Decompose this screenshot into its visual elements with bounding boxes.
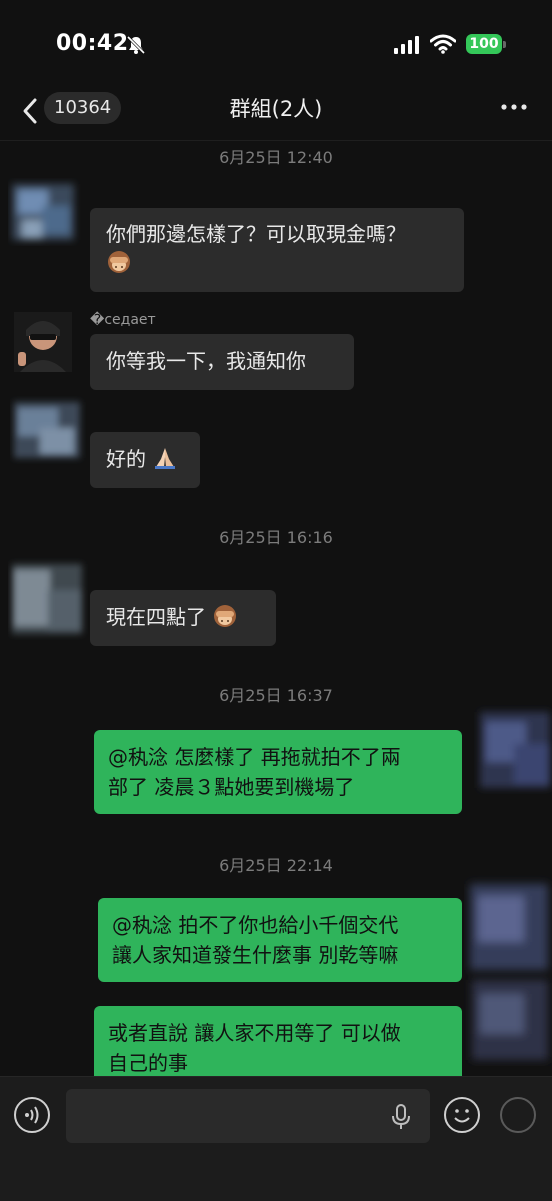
bell-muted-icon bbox=[126, 35, 146, 55]
avatar[interactable] bbox=[14, 312, 72, 372]
wifi-icon bbox=[430, 34, 456, 54]
incoming-message-bubble[interactable]: 現在四點了 bbox=[90, 590, 276, 646]
microphone-icon[interactable] bbox=[390, 1103, 412, 1131]
message-text-line: 自己的事 bbox=[108, 1051, 188, 1075]
message-input-bar bbox=[0, 1076, 552, 1201]
message-text: 你等我一下，我通知你 bbox=[106, 349, 306, 373]
avatar[interactable] bbox=[10, 392, 86, 464]
message-text-line: @秇淰 拍不了你也給小千個交代 bbox=[112, 913, 399, 937]
emoji-button[interactable] bbox=[444, 1097, 480, 1133]
sender-name: �седает bbox=[90, 312, 156, 328]
incoming-message-bubble[interactable]: 你們那邊怎樣了？可以取現金嗎？ bbox=[90, 208, 464, 292]
message-timestamp: 6月25日 12:40 bbox=[219, 148, 333, 167]
incoming-message-bubble[interactable]: 好的 bbox=[90, 432, 200, 488]
outgoing-message-bubble[interactable]: @秇淰 拍不了你也給小千個交代 讓人家知道發生什麼事 別乾等嘛 bbox=[98, 898, 462, 982]
message-timestamp: 6月25日 16:37 bbox=[219, 686, 333, 705]
message-timestamp: 6月25日 16:16 bbox=[219, 528, 333, 547]
avatar[interactable] bbox=[464, 870, 552, 1066]
incoming-message-bubble[interactable]: 你等我一下，我通知你 bbox=[90, 334, 354, 390]
see-no-evil-monkey-icon bbox=[108, 251, 130, 273]
voice-wave-icon bbox=[25, 1106, 39, 1124]
avatar[interactable] bbox=[8, 176, 82, 252]
message-text-line: 讓人家知道發生什麼事 別乾等嘛 bbox=[112, 943, 399, 967]
chat-title: 群組(2人) bbox=[229, 97, 323, 121]
avatar[interactable] bbox=[8, 556, 88, 640]
message-text: 現在四點了 bbox=[106, 605, 206, 629]
battery-indicator: 100 bbox=[466, 34, 502, 54]
message-text: 你們那邊怎樣了？可以取現金嗎？ bbox=[106, 222, 406, 246]
see-no-evil-monkey-icon bbox=[214, 605, 237, 627]
chat-header: 10364 群組(2人) bbox=[0, 88, 552, 141]
praying-hands-icon bbox=[155, 448, 176, 469]
battery-cap bbox=[503, 41, 506, 48]
message-text-line: 或者直說 讓人家不用等了 可以做 bbox=[108, 1021, 401, 1045]
voice-input-button[interactable] bbox=[14, 1097, 50, 1133]
smiley-icon bbox=[454, 1109, 470, 1123]
message-text-line: @秇淰 怎麼樣了 再拖就拍不了兩 bbox=[108, 745, 401, 769]
status-time: 00:42 bbox=[56, 31, 129, 56]
more-options-icon[interactable] bbox=[500, 100, 528, 114]
cellular-signal-icon bbox=[394, 36, 419, 54]
message-text-line: 部了 凌晨３點她要到機場了 bbox=[108, 775, 355, 799]
avatar[interactable] bbox=[474, 704, 552, 794]
message-text-field[interactable] bbox=[66, 1089, 430, 1143]
outgoing-message-bubble[interactable]: @秇淰 怎麼樣了 再拖就拍不了兩 部了 凌晨３點她要到機場了 bbox=[94, 730, 462, 814]
more-actions-button[interactable] bbox=[500, 1097, 536, 1133]
message-text: 好的 bbox=[106, 447, 146, 471]
status-bar: 00:42 100 bbox=[0, 0, 552, 88]
